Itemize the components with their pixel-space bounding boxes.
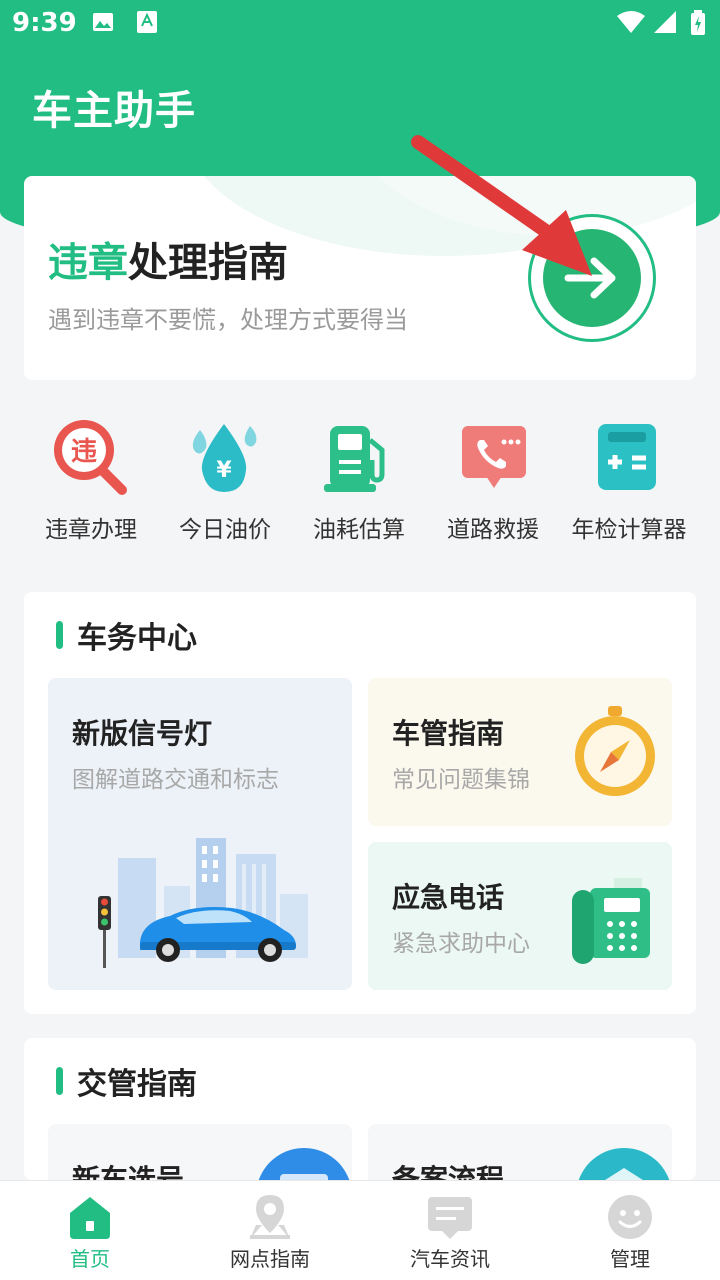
quick-item-fuel[interactable]: 油耗估算 xyxy=(292,418,426,544)
news-icon xyxy=(426,1193,474,1241)
traffic-guide-card: 交管指南 新车选号 备案流程 xyxy=(24,1038,696,1180)
filing-icon xyxy=(578,1148,670,1180)
svg-text:¥: ¥ xyxy=(216,458,232,483)
quick-item-violation[interactable]: 违 违章办理 xyxy=(24,418,158,544)
tab-manage[interactable]: 管理 xyxy=(540,1181,720,1280)
tile-title: 车管指南 xyxy=(392,717,505,750)
tab-car-news[interactable]: 汽车资讯 xyxy=(360,1181,540,1280)
tile-emergency-phone[interactable]: 应急电话 紧急求助中心 xyxy=(368,842,672,990)
battery-icon xyxy=(690,10,706,43)
tile-subtitle: 紧急求助中心 xyxy=(392,931,530,957)
tab-label: 汽车资讯 xyxy=(410,1247,490,1271)
quick-item-label: 年检计算器 xyxy=(571,517,687,543)
tile-new-car-plate[interactable]: 新车选号 xyxy=(48,1124,352,1180)
fuel-pump-icon xyxy=(320,418,398,496)
quick-item-oil-price[interactable]: ¥ 今日油价 xyxy=(158,418,292,544)
telephone-icon xyxy=(572,878,650,964)
quick-item-calculator[interactable]: 年检计算器 xyxy=(562,418,696,544)
car-city-illustration xyxy=(98,838,308,968)
tab-label: 网点指南 xyxy=(230,1247,310,1271)
tile-filing-process[interactable]: 备案流程 xyxy=(368,1124,672,1180)
red-pointer-arrow xyxy=(411,135,592,276)
section-header: 车务中心 xyxy=(56,620,197,656)
banner-title-accent: 违章 xyxy=(48,240,128,286)
violation-search-icon: 违 xyxy=(52,418,130,496)
tile-title: 新车选号 xyxy=(72,1163,185,1180)
quick-item-label: 油耗估算 xyxy=(313,517,405,543)
signal-icon xyxy=(652,10,678,41)
calculator-icon xyxy=(590,418,668,496)
tile-vehicle-admin-guide[interactable]: 车管指南 常见问题集锦 xyxy=(368,678,672,826)
quick-item-rescue[interactable]: 道路救援 xyxy=(426,418,560,544)
compass-icon xyxy=(575,706,655,796)
section-header: 交管指南 xyxy=(56,1066,197,1102)
section-accent-bar xyxy=(56,621,63,649)
bottom-tab-bar: 首页 网点指南 汽车资讯 管理 xyxy=(0,1180,720,1280)
section-title: 车务中心 xyxy=(77,621,197,656)
tile-title: 备案流程 xyxy=(392,1163,505,1180)
tab-label: 管理 xyxy=(610,1247,650,1271)
smiley-icon xyxy=(606,1193,654,1241)
tab-label: 首页 xyxy=(70,1247,110,1271)
quick-actions: 违 违章办理 ¥ 今日油价 油耗估算 道路救援 年检计算器 xyxy=(0,418,720,558)
status-bar: 9:39 xyxy=(0,0,720,48)
location-pin-icon xyxy=(246,1193,294,1241)
tab-home[interactable]: 首页 xyxy=(0,1181,180,1280)
app-title: 车主助手 xyxy=(32,88,196,134)
tile-title: 应急电话 xyxy=(392,881,505,914)
tile-subtitle: 常见问题集锦 xyxy=(392,767,530,793)
quick-item-label: 今日油价 xyxy=(179,517,271,543)
vehicle-center-card: 车务中心 新版信号灯 图解道路交通和标志 车管指南 常见问题集锦 应急电话 紧急… xyxy=(24,592,696,1014)
status-time: 9:39 xyxy=(12,8,77,38)
banner-subtitle: 遇到违章不要慌，处理方式要得当 xyxy=(48,306,408,334)
image-notification-icon xyxy=(92,10,114,40)
quick-item-label: 道路救援 xyxy=(447,517,539,543)
tab-branch-guide[interactable]: 网点指南 xyxy=(180,1181,360,1280)
svg-text:违: 违 xyxy=(71,437,97,467)
plate-icon xyxy=(258,1148,350,1180)
phone-chat-icon xyxy=(454,418,532,496)
banner-title-rest: 处理指南 xyxy=(128,240,288,286)
tile-new-traffic-lights[interactable]: 新版信号灯 图解道路交通和标志 xyxy=(48,678,352,990)
banner-title: 违章处理指南 xyxy=(48,230,288,288)
section-accent-bar xyxy=(56,1067,63,1095)
home-icon xyxy=(66,1193,114,1241)
a-notification-icon xyxy=(136,10,158,41)
section-title: 交管指南 xyxy=(77,1067,197,1102)
tile-title: 新版信号灯 xyxy=(72,717,213,750)
tile-subtitle: 图解道路交通和标志 xyxy=(72,767,279,793)
oil-price-drop-icon: ¥ xyxy=(186,418,264,496)
wifi-icon xyxy=(616,10,646,41)
quick-item-label: 违章办理 xyxy=(45,517,137,543)
